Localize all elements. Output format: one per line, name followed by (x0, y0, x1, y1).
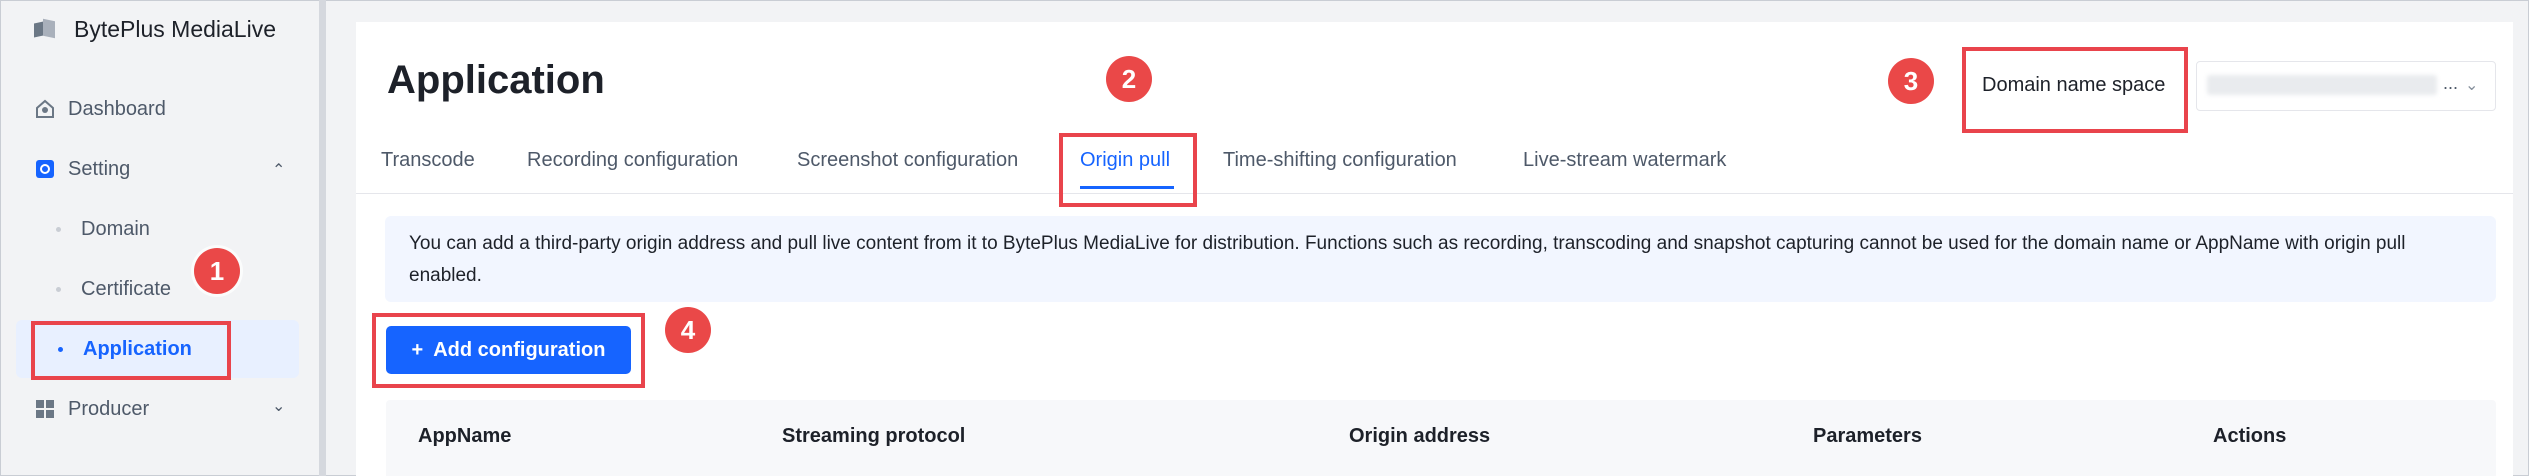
column-header-parameters[interactable]: Parameters (1813, 425, 1922, 448)
column-header-appname[interactable]: AppName (418, 425, 511, 448)
sidebar-item-label: Dashboard (68, 97, 166, 120)
sidebar-item-certificate[interactable]: Certificate (56, 273, 171, 305)
bullet-dot (56, 286, 61, 292)
page-title: Application (387, 58, 605, 102)
setting-icon (34, 158, 56, 180)
dashboard-icon (34, 98, 56, 120)
sidebar-item-label: Domain (81, 217, 150, 240)
tab-screenshot-configuration[interactable]: Screenshot configuration (797, 149, 1018, 172)
sidebar-item-domain[interactable]: Domain (56, 213, 150, 245)
notice-line-1: You can add a third-party origin address… (409, 233, 2406, 254)
brand-name: BytePlus MediaLive (74, 15, 276, 42)
chevron-down-icon[interactable]: ⌄ (272, 396, 285, 416)
sidebar-item-dashboard[interactable]: Dashboard (34, 93, 166, 125)
chevron-down-icon: ⌄ (2465, 77, 2479, 94)
column-header-streaming-protocol[interactable]: Streaming protocol (782, 425, 965, 448)
info-notice: You can add a third-party origin address… (385, 216, 2496, 302)
chevron-up-icon[interactable]: ⌃ (272, 160, 285, 180)
highlight-box-application (31, 321, 231, 380)
column-header-actions[interactable]: Actions (2213, 425, 2286, 448)
callout-marker-1: 1 (194, 248, 240, 294)
grid-icon (34, 398, 56, 420)
sidebar-item-setting[interactable]: Setting (34, 153, 130, 185)
sidebar-divider[interactable] (319, 0, 326, 476)
tab-recording-configuration[interactable]: Recording configuration (527, 149, 738, 172)
select-ellipsis: ... (2443, 73, 2459, 93)
sidebar-item-label: Setting (68, 157, 131, 180)
sidebar-item-label: Producer (68, 397, 150, 420)
callout-marker-3: 3 (1888, 58, 1934, 104)
bullet-dot (56, 226, 61, 232)
tab-transcode[interactable]: Transcode (381, 149, 475, 172)
highlight-box-add-configuration (372, 313, 645, 388)
sidebar-item-label: Certificate (81, 277, 172, 300)
callout-marker-4: 4 (665, 307, 711, 353)
brand[interactable]: BytePlus MediaLive (34, 14, 276, 44)
redacted-value (2207, 75, 2437, 95)
highlight-box-origin-pull (1059, 133, 1197, 207)
cube-logo-icon (34, 19, 56, 39)
tab-time-shifting-configuration[interactable]: Time-shifting configuration (1223, 149, 1457, 172)
sidebar-item-producer[interactable]: Producer (34, 393, 149, 425)
callout-marker-2: 2 (1106, 56, 1152, 102)
domain-space-select[interactable]: ... ⌄ (2196, 61, 2496, 111)
tab-live-stream-watermark[interactable]: Live-stream watermark (1523, 149, 1726, 172)
notice-line-2: enabled. (409, 265, 482, 286)
column-header-origin-address[interactable]: Origin address (1349, 425, 1490, 448)
highlight-box-domain-space (1962, 47, 2188, 133)
